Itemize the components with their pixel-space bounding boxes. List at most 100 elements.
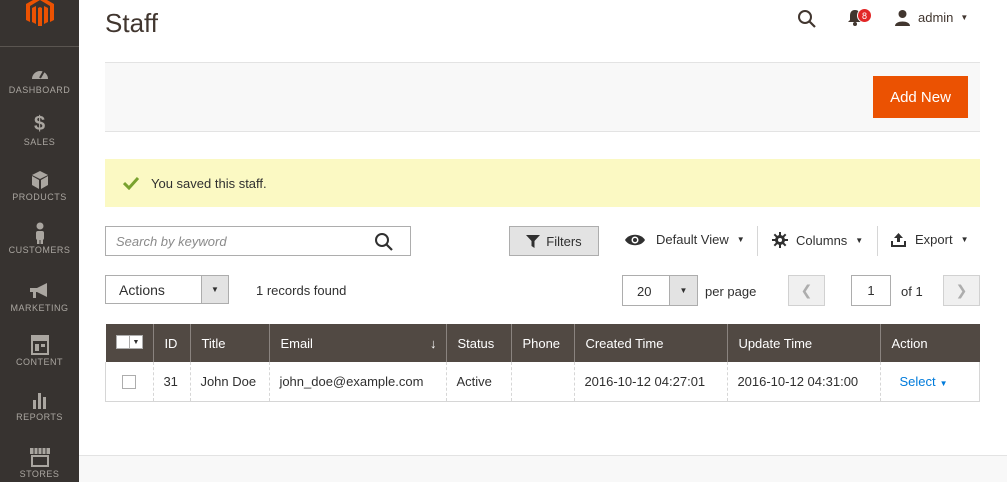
- nav-item-reports[interactable]: REPORTS: [0, 389, 79, 422]
- search-icon[interactable]: [374, 232, 394, 252]
- current-page-input[interactable]: 1: [851, 275, 891, 306]
- page-footer: [79, 455, 1007, 482]
- columns-dropdown[interactable]: Columns ▼: [772, 232, 863, 248]
- cell-id: 31: [153, 362, 191, 402]
- admin-username: admin: [918, 10, 954, 25]
- records-found: 1 records found: [256, 283, 347, 298]
- eye-icon: [625, 234, 645, 245]
- nav-item-content[interactable]: CONTENT: [0, 334, 79, 367]
- success-message-text: You saved this staff.: [151, 175, 267, 191]
- chevron-down-icon: ▼: [736, 235, 745, 244]
- export-label: Export: [915, 232, 953, 247]
- cell-update-time: 2016-10-12 04:31:00: [727, 362, 881, 402]
- admin-sidebar: DASHBOARD $ SALES PRODUCTS CUSTOMERS MAR…: [0, 0, 79, 482]
- cell-created-time: 2016-10-12 04:27:01: [574, 362, 728, 402]
- filter-icon: [526, 234, 541, 248]
- success-message: You saved this staff.: [105, 159, 980, 207]
- next-page-button[interactable]: ❯: [943, 275, 980, 306]
- global-search-icon[interactable]: [797, 9, 817, 29]
- nav-label: PRODUCTS: [12, 192, 67, 202]
- mass-actions-label: Actions: [119, 282, 165, 298]
- keyword-search: [105, 226, 411, 256]
- nav-label: REPORTS: [16, 412, 63, 422]
- mass-actions-select[interactable]: Actions ▼: [105, 275, 229, 304]
- store-icon: [29, 448, 50, 467]
- default-view-dropdown[interactable]: Default View ▼: [624, 232, 745, 247]
- nav-label: CONTENT: [16, 357, 63, 367]
- sort-descending-icon: ↓: [429, 335, 437, 351]
- chevron-down-icon: ▼: [669, 276, 697, 305]
- row-action-select[interactable]: Select ▼: [899, 374, 947, 389]
- per-page-value: 20: [637, 284, 652, 299]
- column-header-id[interactable]: ID: [153, 324, 191, 362]
- cell-action: Select ▼: [880, 362, 980, 402]
- column-header-update-time[interactable]: Update Time: [727, 324, 881, 362]
- cell-title: John Doe: [190, 362, 270, 402]
- staff-grid: ▼ ID Title Email ↓ Status Phone Created …: [104, 324, 980, 402]
- column-header-phone[interactable]: Phone: [511, 324, 575, 362]
- default-view-label: Default View: [656, 232, 729, 247]
- toolbar-divider: [757, 226, 758, 256]
- cell-phone: [511, 362, 575, 402]
- dashboard-icon: [31, 70, 48, 79]
- gear-icon: [772, 232, 788, 248]
- cube-icon: [31, 171, 48, 189]
- chevron-down-icon: ▼: [939, 378, 948, 388]
- cell-status: Active: [446, 362, 512, 402]
- add-new-button[interactable]: Add New: [873, 76, 968, 118]
- main-content: Staff 8 admin ▼ Add New You saved this s…: [79, 0, 1007, 482]
- nav-label: SALES: [23, 137, 56, 147]
- nav-label: STORES: [19, 469, 60, 479]
- magento-logo[interactable]: [0, 0, 79, 47]
- chevron-down-icon: ▼: [960, 13, 969, 22]
- filters-button[interactable]: Filters: [509, 226, 599, 256]
- magento-logo-icon: [26, 0, 54, 26]
- nav-item-customers[interactable]: CUSTOMERS: [0, 222, 79, 255]
- nav-item-sales[interactable]: $ SALES: [0, 114, 79, 147]
- chevron-right-icon: ❯: [955, 282, 968, 298]
- per-page-select[interactable]: 20 ▼: [622, 275, 698, 306]
- nav-label: DASHBOARD: [8, 85, 71, 95]
- column-header-action: Action: [880, 324, 980, 362]
- megaphone-icon: [29, 283, 47, 298]
- search-input[interactable]: [106, 227, 366, 255]
- page-count: of 1: [901, 284, 923, 299]
- user-icon: [895, 10, 910, 26]
- column-header-status[interactable]: Status: [446, 324, 512, 362]
- row-action-label: Select: [899, 373, 936, 389]
- page-title: Staff: [105, 8, 159, 38]
- nav-label: CUSTOMERS: [8, 245, 71, 255]
- chevron-down-icon: ▼: [132, 338, 140, 346]
- toolbar-divider: [877, 226, 878, 256]
- dollar-icon: $: [33, 113, 46, 135]
- chevron-left-icon: ❮: [800, 282, 813, 298]
- chevron-down-icon: ▼: [960, 235, 969, 244]
- export-icon: [891, 232, 906, 247]
- admin-user-menu[interactable]: admin ▼: [894, 9, 968, 26]
- nav-item-stores[interactable]: STORES: [0, 446, 79, 479]
- mass-select-header[interactable]: ▼: [105, 324, 154, 362]
- grid-header-row: ▼ ID Title Email ↓ Status Phone Created …: [105, 324, 980, 362]
- nav-item-dashboard[interactable]: DASHBOARD: [0, 62, 79, 95]
- column-header-email[interactable]: Email ↓: [269, 324, 447, 362]
- columns-label: Columns: [796, 232, 848, 248]
- export-dropdown[interactable]: Export ▼: [891, 232, 969, 247]
- mass-select-checkbox[interactable]: ▼: [115, 335, 144, 349]
- bar-chart-icon: [32, 393, 46, 409]
- checkmark-icon: [123, 176, 139, 190]
- nav-item-marketing[interactable]: MARKETING: [0, 280, 79, 313]
- column-header-created-time[interactable]: Created Time: [574, 324, 728, 362]
- previous-page-button[interactable]: ❮: [788, 275, 825, 306]
- row-select-cell: [104, 362, 154, 402]
- layout-icon: [30, 335, 49, 355]
- checkbox-icon: [117, 336, 130, 348]
- row-checkbox[interactable]: [122, 375, 136, 390]
- cell-email: john_doe@example.com: [269, 362, 447, 402]
- table-row: 31 John Doe john_doe@example.com Active …: [104, 362, 980, 402]
- column-header-title[interactable]: Title: [190, 324, 270, 362]
- filters-label: Filters: [546, 233, 582, 249]
- person-icon: [35, 222, 44, 244]
- chevron-down-icon: ▼: [201, 276, 228, 303]
- nav-item-products[interactable]: PRODUCTS: [0, 169, 79, 202]
- column-header-email-label: Email: [280, 335, 313, 351]
